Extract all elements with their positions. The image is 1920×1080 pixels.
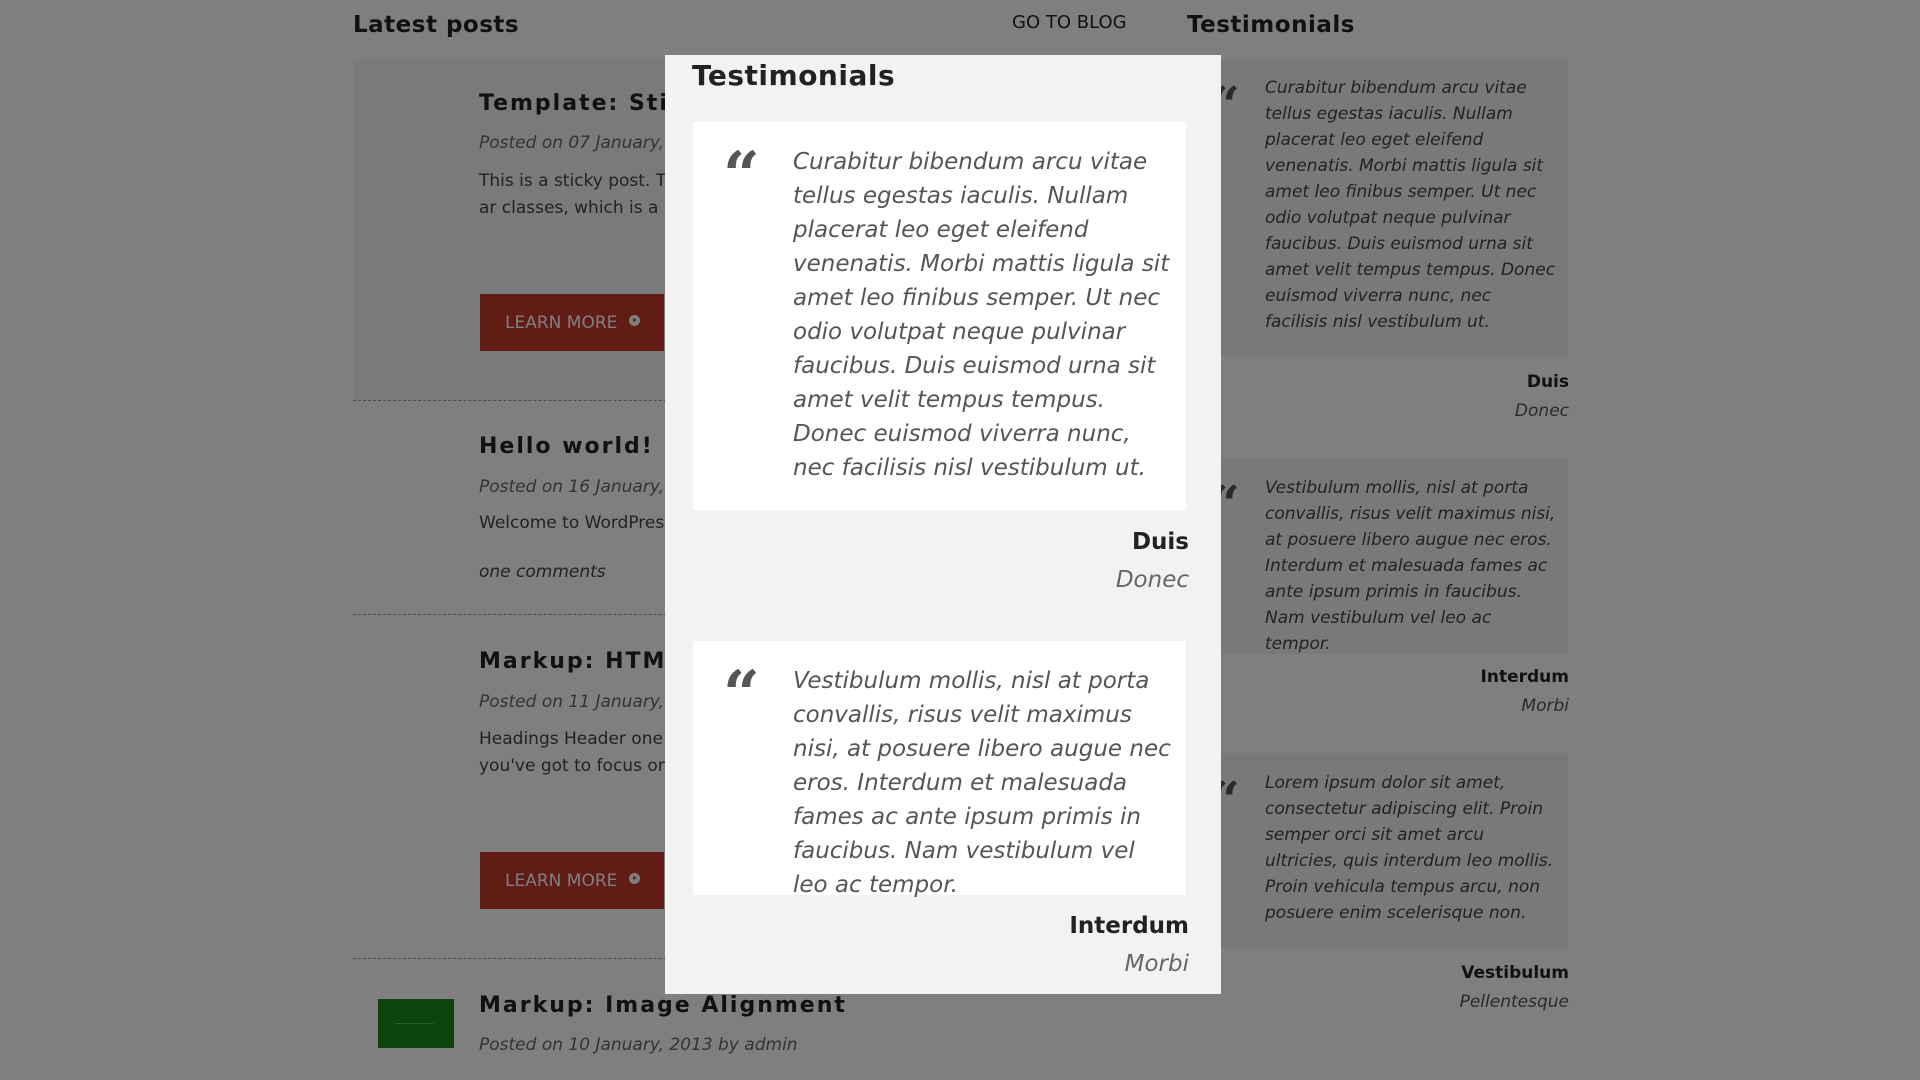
modal-testimonial-author: Duis	[1131, 529, 1189, 555]
modal-testimonial-author: Interdum	[1069, 913, 1189, 939]
modal-title: Testimonials	[692, 59, 896, 92]
modal-testimonial-role: Morbi	[1124, 951, 1189, 977]
modal-testimonial-quote: Vestibulum mollis, nisl at porta convall…	[793, 668, 1171, 898]
modal-testimonial-quote: Curabitur bibendum arcu vitae tellus ege…	[793, 149, 1170, 481]
testimonials-modal: Testimonials “ Curabitur bibendum arcu v…	[665, 55, 1221, 994]
quote-icon: “	[723, 138, 760, 213]
quote-icon: “	[723, 657, 760, 732]
modal-testimonial-card: “ Vestibulum mollis, nisl at porta conva…	[693, 641, 1186, 898]
modal-testimonial-role: Donec	[1115, 567, 1189, 593]
modal-testimonial-card: “ Curabitur bibendum arcu vitae tellus e…	[693, 122, 1186, 510]
